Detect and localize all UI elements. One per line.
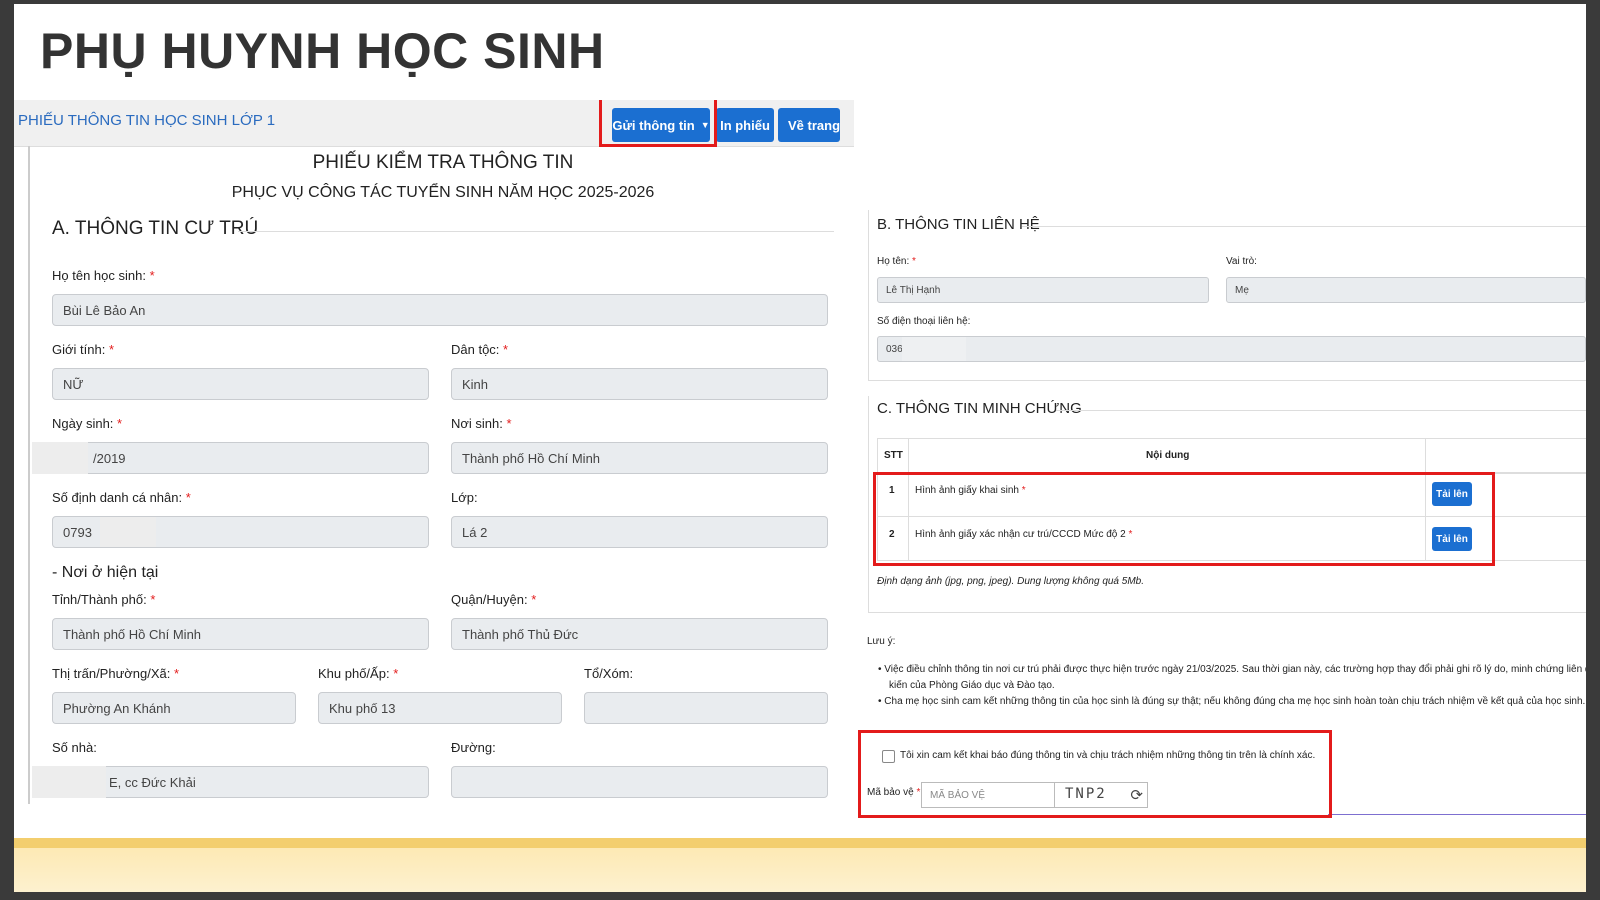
contact-evidence-screenshot: B. THÔNG TIN LIÊN HỆ Họ tên: * Lê Thị Hạ…	[856, 200, 1586, 820]
highlight-send-button	[599, 100, 717, 147]
section-b-heading: B. THÔNG TIN LIÊN HỆ	[877, 216, 1040, 233]
line-accent	[1328, 814, 1586, 815]
highlight-commitment	[858, 730, 1332, 818]
bottom-band	[14, 838, 1586, 848]
note-item-cont: kiến của Phòng Giáo dục và Đào tạo.	[889, 680, 1055, 691]
section-a-heading: A. THÔNG TIN CƯ TRÚ	[52, 218, 259, 239]
phone-label: Số điện thoại liên hệ:	[877, 316, 971, 327]
home-button[interactable]: Về trang c	[778, 108, 840, 142]
panel-border	[868, 396, 869, 612]
table-header-stt: STT	[884, 450, 903, 461]
ethnicity-field[interactable]: Kinh	[451, 368, 828, 400]
dob-field[interactable]: /2019	[52, 442, 429, 474]
birthplace-label: Nơi sinh: *	[451, 416, 512, 431]
format-note: Định dạng ảnh (jpg, png, jpeg). Dung lượ…	[877, 576, 1145, 587]
doc-title: PHIẾU KIỂM TRA THÔNG TIN	[312, 152, 574, 173]
redacted-mask	[32, 766, 106, 798]
note-item: • Việc điều chỉnh thông tin nơi cư trú p…	[878, 664, 1586, 675]
note-title: Lưu ý:	[867, 636, 896, 647]
street-field[interactable]	[451, 766, 828, 798]
table-header-content: Nội dung	[1146, 450, 1190, 461]
province-field[interactable]: Thành phố Hồ Chí Minh	[52, 618, 429, 650]
hamlet-label: Tổ/Xóm:	[584, 666, 634, 681]
note-item: • Cha mẹ học sinh cam kết những thông ti…	[878, 696, 1586, 707]
class-field[interactable]: Lá 2	[451, 516, 828, 548]
province-label: Tỉnh/Thành phố: *	[52, 592, 156, 607]
section-c-divider	[1056, 410, 1586, 411]
table-top-border	[877, 438, 1586, 439]
student-form-screenshot: PHIẾU THÔNG TIN HỌC SINH LỚP 1 Gửi thông…	[14, 100, 854, 804]
redacted-mask	[100, 517, 156, 547]
ethnicity-label: Dân tộc: *	[451, 342, 509, 357]
student-name-field[interactable]: Bùi Lê Bảo An	[52, 294, 828, 326]
form-body: PHIẾU KIỂM TRA THÔNG TIN PHỤC VỤ CÔNG TÁ…	[28, 146, 854, 804]
print-button[interactable]: In phiếu	[716, 108, 774, 142]
doc-subtitle: PHỤC VỤ CÔNG TÁC TUYỂN SINH NĂM HỌC 2025…	[231, 184, 655, 201]
highlight-evidence-rows	[873, 472, 1495, 566]
contact-name-field[interactable]: Lê Thị Hạnh	[877, 277, 1209, 303]
section-b-divider	[1022, 226, 1586, 227]
class-label: Lớp:	[451, 490, 478, 505]
redacted-mask	[902, 337, 966, 361]
role-field[interactable]: Mẹ	[1226, 277, 1586, 303]
breadcrumb[interactable]: PHIẾU THÔNG TIN HỌC SINH LỚP 1	[18, 112, 275, 129]
gender-label: Giới tính: *	[52, 342, 115, 357]
dob-label: Ngày sinh: *	[52, 416, 123, 431]
bottom-band-light	[14, 848, 1586, 892]
quarter-label: Khu phố/Ấp: *	[318, 666, 399, 681]
section-c-heading: C. THÔNG TIN MINH CHỨNG	[877, 400, 1082, 417]
section-c-bottom	[868, 612, 1586, 613]
role-label: Vai trò:	[1226, 256, 1257, 267]
hamlet-field[interactable]	[584, 692, 828, 724]
street-label: Đường:	[451, 740, 496, 755]
birthplace-field[interactable]: Thành phố Hồ Chí Minh	[451, 442, 828, 474]
district-field[interactable]: Thành phố Thủ Đức	[451, 618, 828, 650]
slide-title: PHỤ HUYNH HỌC SINH	[40, 23, 605, 79]
section-a-divider	[238, 231, 834, 232]
gender-field[interactable]: NỮ	[52, 368, 429, 400]
house-no-field[interactable]: E, cc Đức Khải	[52, 766, 429, 798]
house-no-label: Số nhà:	[52, 740, 97, 755]
ward-field[interactable]: Phường An Khánh	[52, 692, 296, 724]
student-name-label: Họ tên học sinh: *	[52, 268, 155, 283]
ward-label: Thị trấn/Phường/Xã: *	[52, 666, 180, 681]
contact-name-label: Họ tên: *	[877, 256, 916, 267]
form-top-bar: PHIẾU THÔNG TIN HỌC SINH LỚP 1 Gửi thông…	[14, 100, 854, 147]
id-number-label: Số định danh cá nhân: *	[52, 490, 191, 505]
quarter-field[interactable]: Khu phố 13	[318, 692, 562, 724]
redacted-mask	[32, 442, 88, 474]
section-b-bottom	[868, 380, 1586, 381]
district-label: Quận/Huyện: *	[451, 592, 537, 607]
panel-border	[868, 210, 869, 380]
slide: PHỤ HUYNH HỌC SINH PHIẾU THÔNG TIN HỌC S…	[14, 4, 1586, 892]
residence-heading: - Nơi ở hiện tại	[52, 564, 159, 581]
phone-field[interactable]: 036	[877, 336, 1586, 362]
